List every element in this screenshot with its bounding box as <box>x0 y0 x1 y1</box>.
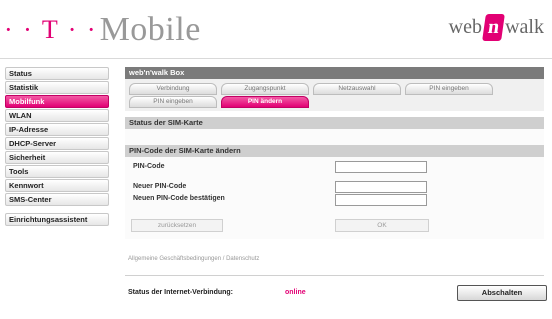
confirm-pin-label: Neuen PIN-Code bestätigen <box>133 195 225 202</box>
brand-text: Mobile <box>99 11 201 48</box>
logo-mid: n <box>482 14 506 41</box>
sidebar-menu: Status Statistik Mobilfunk WLAN IP-Adres… <box>5 67 109 227</box>
sidebar-item-statistik[interactable]: Statistik <box>5 81 109 94</box>
tab-verbindung[interactable]: Verbindung <box>129 83 217 95</box>
tab-zugangspunkt[interactable]: Zugangspunkt <box>221 83 309 95</box>
main-panel: web'n'walk Box Verbindung Zugangspunkt N… <box>125 67 544 239</box>
terms-privacy-links[interactable]: Allgemeine Geschäftsbedingungen / Datens… <box>128 256 259 262</box>
header-divider <box>0 58 552 59</box>
ok-button[interactable]: OK <box>335 219 429 232</box>
sidebar-item-einrichtungsassistent[interactable]: Einrichtungsassistent <box>5 213 109 226</box>
router-admin-page: · · T · · Mobile web n walk Status Stati… <box>0 0 552 319</box>
reset-button[interactable]: zurücksetzen <box>131 219 223 232</box>
sidebar-item-sicherheit[interactable]: Sicherheit <box>5 151 109 164</box>
sidebar-item-status[interactable]: Status <box>5 67 109 80</box>
sidebar-item-kennwort[interactable]: Kennwort <box>5 179 109 192</box>
change-pin-heading: PIN-Code der SIM-Karte ändern <box>125 145 544 157</box>
sidebar-item-wlan[interactable]: WLAN <box>5 109 109 122</box>
tab-bar: Verbindung Zugangspunkt Netzauswahl PIN … <box>125 79 544 111</box>
sidebar-item-mobilfunk[interactable]: Mobilfunk <box>5 95 109 108</box>
disconnect-button[interactable]: Abschalten <box>457 285 547 301</box>
sidebar-item-sms-center[interactable]: SMS-Center <box>5 193 109 206</box>
new-pin-input[interactable] <box>335 181 427 193</box>
sidebar-item-tools[interactable]: Tools <box>5 165 109 178</box>
tab-pin-aendern[interactable]: PIN ändern <box>221 96 309 108</box>
sim-status-body <box>125 129 544 145</box>
tab-pin-eingeben-2[interactable]: PIN eingeben <box>129 96 217 108</box>
connection-status-label: Status der Internet-Verbindung: <box>128 289 234 296</box>
panel-title: web'n'walk Box <box>125 67 544 79</box>
pin-label: PIN-Code <box>133 163 165 170</box>
logo-right: walk <box>505 16 544 38</box>
footer-divider <box>125 275 544 276</box>
tab-pin-eingeben[interactable]: PIN eingeben <box>405 83 493 95</box>
connection-status-value: online <box>285 289 306 296</box>
brand-prefix: · · T · · <box>4 15 98 44</box>
tab-netzauswahl[interactable]: Netzauswahl <box>313 83 401 95</box>
confirm-pin-input[interactable] <box>335 194 427 206</box>
change-pin-form: PIN-Code Neuer PIN-Code Neuen PIN-Code b… <box>125 157 544 239</box>
web-n-walk-logo: web n walk <box>449 14 544 41</box>
sidebar-item-ip-adresse[interactable]: IP-Adresse <box>5 123 109 136</box>
t-mobile-logo: · · T · · Mobile <box>4 10 201 50</box>
logo-left: web <box>448 16 482 38</box>
new-pin-label: Neuer PIN-Code <box>133 183 187 190</box>
sim-status-heading: Status der SIM-Karte <box>125 117 544 129</box>
sidebar-item-dhcp-server[interactable]: DHCP-Server <box>5 137 109 150</box>
pin-input[interactable] <box>335 161 427 173</box>
